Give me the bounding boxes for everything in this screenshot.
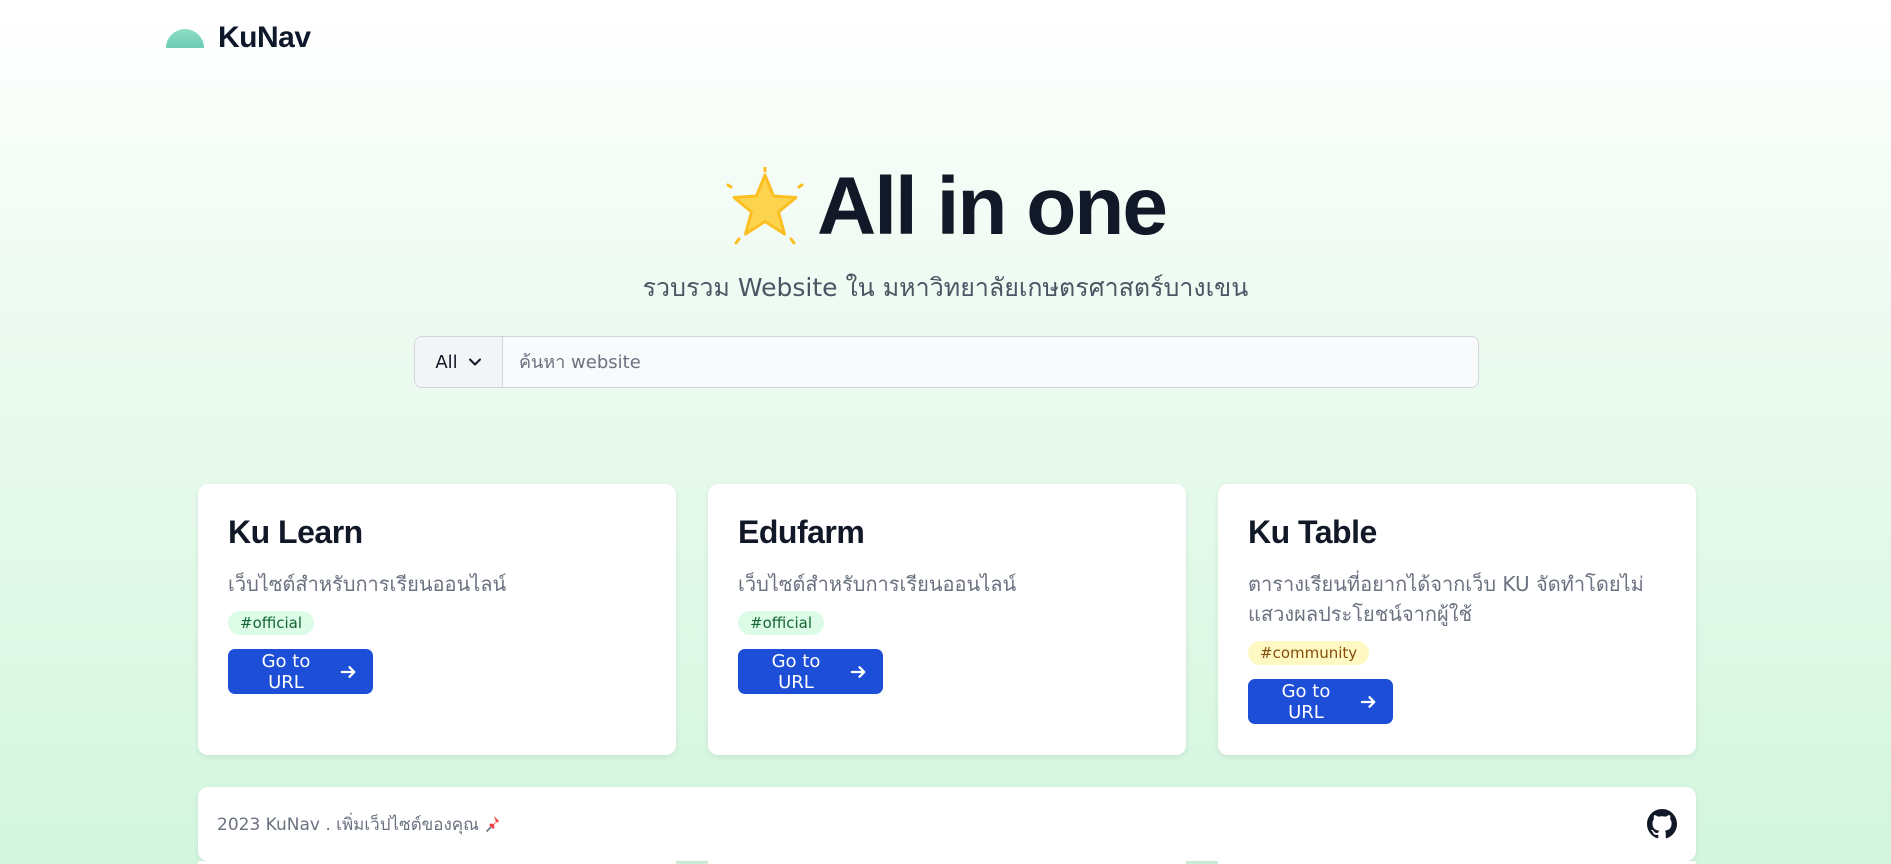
card-title: Edufarm	[738, 514, 865, 550]
hero-subtitle: รวบรวม Website ใน มหาวิทยาลัยเกษตรศาสตร์…	[642, 273, 1249, 302]
card-title: Ku Learn	[228, 514, 363, 550]
hero-title: All in one	[725, 160, 1168, 254]
hero-title-text: All in one	[817, 161, 1168, 252]
button-label: Go to URL	[261, 650, 311, 693]
website-card: Ku Learn เว็บไซต์สำหรับการเรียนออนไลน์ #…	[198, 484, 676, 755]
arrow-right-icon	[850, 665, 866, 678]
button-label: Go to URL	[1281, 680, 1331, 723]
card-title: Ku Table	[1248, 514, 1377, 550]
search-bar: All	[414, 336, 1479, 388]
website-card-list: Ku Learn เว็บไซต์สำหรับการเรียนออนไลน์ #…	[198, 484, 1696, 755]
chevron-down-icon	[468, 358, 481, 366]
arrow-right-icon	[1360, 695, 1376, 708]
website-card: Ku Table ตารางเรียนที่อยากได้จากเว็บ KU …	[1218, 484, 1696, 755]
card-description: เว็บไซต์สำหรับการเรียนออนไลน์	[228, 572, 507, 596]
category-filter-value: All	[435, 351, 458, 373]
button-label: Go to URL	[771, 650, 821, 693]
tag-badge: #community	[1248, 641, 1370, 665]
arrow-right-icon	[340, 665, 356, 678]
hero-section: All in one รวบรวม Website ใน มหาวิทยาลัย…	[0, 160, 1891, 308]
footer-text[interactable]: 2023 KuNav . เพิ่มเว็ปไซต์ของคุณ	[217, 811, 503, 838]
category-filter-select[interactable]: All	[415, 337, 503, 387]
search-input[interactable]	[503, 337, 1478, 387]
star-icon	[726, 167, 804, 245]
github-icon[interactable]	[1647, 809, 1677, 839]
pin-icon	[486, 816, 499, 832]
site-footer: 2023 KuNav . เพิ่มเว็ปไซต์ของคุณ	[198, 787, 1696, 861]
logo-icon[interactable]	[166, 28, 204, 48]
tag-badge: #official	[738, 611, 825, 635]
site-header: KuNav	[166, 18, 311, 58]
card-description: ตารางเรียนที่อยากได้จากเว็บ KU จัดทำโดยไ…	[1248, 572, 1644, 626]
go-to-url-button[interactable]: Go to URL	[228, 649, 373, 694]
go-to-url-button[interactable]: Go to URL	[738, 649, 883, 694]
footer-copyright[interactable]: 2023 KuNav . เพิ่มเว็ปไซต์ของคุณ	[217, 811, 479, 838]
logo-text[interactable]: KuNav	[218, 21, 311, 55]
go-to-url-button[interactable]: Go to URL	[1248, 679, 1393, 724]
tag-badge: #official	[228, 611, 315, 635]
card-description: เว็บไซต์สำหรับการเรียนออนไลน์	[738, 572, 1017, 596]
website-card: Edufarm เว็บไซต์สำหรับการเรียนออนไลน์ #o…	[708, 484, 1186, 755]
